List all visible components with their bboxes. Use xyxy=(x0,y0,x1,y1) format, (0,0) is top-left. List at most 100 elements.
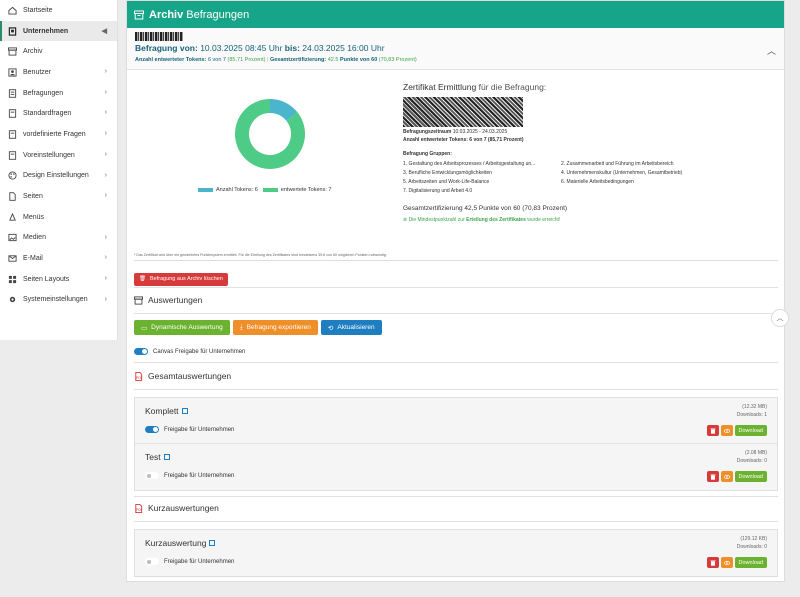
sidebar-item-design-einstellungen[interactable]: Design Einstellungen › xyxy=(0,166,117,187)
file-meta: (2.08 MB) Downloads: 0 xyxy=(737,450,767,465)
delete-archive-label: Befragung aus Archiv löschen xyxy=(149,276,223,282)
view-file-button[interactable] xyxy=(720,471,733,482)
dynamic-evaluation-button[interactable]: ▭ Dynamische Auswertung xyxy=(134,320,230,335)
legend-swatch xyxy=(198,187,213,192)
sidebar-item-medien[interactable]: Medien › xyxy=(0,228,117,249)
download-button[interactable]: Download xyxy=(734,557,767,568)
sidebar-item-voreinstellungen[interactable]: Voreinstellungen › xyxy=(0,145,117,166)
file-meta: (129.12 KB) Downloads: 0 xyxy=(737,536,767,551)
delete-file-button[interactable] xyxy=(706,557,719,568)
export-survey-button[interactable]: ⤓ Befragung exportieren xyxy=(232,320,318,335)
sidebar-item-label: Medien xyxy=(23,234,46,242)
cert-points-label: Punkte von 60 xyxy=(339,57,378,63)
kurz-section: PDF Kurzauswertungen xyxy=(134,503,219,513)
survey-from: 10.03.2025 08:45 Uhr xyxy=(200,43,283,53)
folder-icon xyxy=(8,150,17,160)
file-share-toggle[interactable] xyxy=(145,558,159,565)
legend-label: entwertete Tokens: 7 xyxy=(280,187,332,193)
file-name-row: Kurzauswertung xyxy=(145,538,767,548)
sidebar-item-startseite[interactable]: Startseite xyxy=(0,0,117,21)
sidebar-item-archiv[interactable]: Archiv xyxy=(0,41,117,62)
sidebar-item-vordefinierte-fragen[interactable]: vordefinierte Fragen › xyxy=(0,124,117,145)
chevron-icon: › xyxy=(104,192,107,200)
edit-icon[interactable] xyxy=(181,408,188,414)
building-icon xyxy=(8,26,17,36)
divider xyxy=(134,287,778,288)
delete-file-button[interactable] xyxy=(706,425,719,436)
sidebar-item-befragungen[interactable]: Befragungen › xyxy=(0,83,117,104)
palette-icon xyxy=(8,171,17,180)
chart-legend: Anzahl Tokens: 6 entwertete Tokens: 7 xyxy=(198,187,331,193)
file-name: Kurzauswertung xyxy=(145,538,207,548)
file-share-toggle[interactable] xyxy=(145,472,159,479)
sidebar-item-seiten-layouts[interactable]: Seiten Layouts › xyxy=(0,269,117,290)
certificate-tokens: Anzahl entwerteter Tokens: 6 von 7 (85,7… xyxy=(403,137,773,143)
file-share-label: Freigabe für Unternehmen xyxy=(164,426,235,433)
refresh-button[interactable]: ⟲ Aktualisieren xyxy=(320,320,382,335)
sidebar-item-systemeinstellungen[interactable]: Systemeinstellungen › xyxy=(0,290,117,311)
gesamt-file-list: Komplett Freigabe für Unternehmen (12.32… xyxy=(134,397,778,491)
period-label: Befragungszeitraum xyxy=(403,129,452,135)
page-header: Archiv Befragungen xyxy=(127,1,784,28)
trash-icon: 🗑 xyxy=(139,276,146,282)
survey-meta: Anzahl entwerteter Tokens: 6 von 7 (85,7… xyxy=(135,57,417,63)
sidebar-item-e-mail[interactable]: E-Mail › xyxy=(0,248,117,269)
sidebar-item-label: Voreinstellungen xyxy=(23,151,75,159)
groups-label-text: Befragung Gruppen: xyxy=(403,151,452,157)
certificate-footnote: * Das Zertifikat wird über ein gewichtet… xyxy=(134,253,387,257)
sidebar-item-label: vordefinierte Fragen xyxy=(23,130,86,138)
survey-summary[interactable]: Befragung von: 10.03.2025 08:45 Uhr bis:… xyxy=(127,28,784,70)
view-file-button[interactable] xyxy=(720,557,733,568)
auswertungen-title: Auswertungen xyxy=(148,295,203,305)
sidebar-item-label: Seiten xyxy=(23,193,43,201)
archive-icon xyxy=(134,10,144,19)
gear-icon xyxy=(8,295,17,304)
redacted-company xyxy=(403,97,523,127)
sidebar-item-label: Menüs xyxy=(23,213,45,221)
page-icon xyxy=(8,192,17,201)
delete-file-button[interactable] xyxy=(706,471,719,482)
cert-label: Gesamtzertifizierung: xyxy=(269,57,327,63)
file-downloads: Downloads: 0 xyxy=(736,543,767,550)
auswertungen-actions: ▭ Dynamische Auswertung ⤓ Befragung export… xyxy=(134,320,382,335)
download-button[interactable]: Download xyxy=(734,471,767,482)
group-item: 7. Digitalisierung und Arbeit 4.0 xyxy=(403,188,473,194)
legend-label: Anzahl Tokens: 6 xyxy=(216,187,258,193)
file-share-toggle[interactable] xyxy=(145,426,159,433)
file-downloads: Downloads: 0 xyxy=(736,457,767,464)
dynamic-evaluation-label: Dynamische Auswertung xyxy=(151,324,223,331)
group-item: 2. Zusammenarbeit und Führung im Arbeits… xyxy=(561,161,674,167)
divider xyxy=(134,496,778,497)
legend-swatch xyxy=(262,187,278,192)
chevron-up-icon[interactable]: ︿ xyxy=(767,44,776,57)
page-title: Befragungen xyxy=(186,8,250,21)
chevron-icon: › xyxy=(104,274,107,282)
delete-archive-button[interactable]: 🗑 Befragung aus Archiv löschen xyxy=(134,272,228,286)
archive-icon xyxy=(8,47,17,56)
scroll-top-button[interactable]: ︿ xyxy=(771,309,789,327)
certificate-period: Befragungszeitraum 10.03.2025 - 24.03.20… xyxy=(403,129,773,135)
sidebar-item-unternehmen[interactable]: Unternehmen ◀ xyxy=(0,20,117,42)
file-size: (12.32 MB) xyxy=(742,404,767,410)
sidebar-item-standardfragen[interactable]: Standardfragen › xyxy=(0,103,117,124)
gesamt-title: Gesamtauswertungen xyxy=(148,371,232,381)
sidebar-item-menüs[interactable]: Menüs xyxy=(0,207,117,228)
home-icon xyxy=(8,6,17,15)
file-name: Komplett xyxy=(145,406,179,416)
edit-icon[interactable] xyxy=(163,454,170,460)
edit-icon[interactable] xyxy=(209,540,216,546)
view-file-button[interactable] xyxy=(720,425,733,436)
sidebar-item-benutzer[interactable]: Benutzer › xyxy=(0,62,117,83)
download-button[interactable]: Download xyxy=(734,425,767,436)
eye-icon xyxy=(723,560,730,565)
divider xyxy=(134,362,778,363)
svg-text:PDF: PDF xyxy=(136,376,142,380)
divider xyxy=(134,313,778,314)
cert-value: 42.5 xyxy=(327,57,339,63)
sidebar-item-label: Unternehmen xyxy=(23,27,69,35)
donut-slice-anzahl-tokens xyxy=(269,99,298,122)
chevron-icon: › xyxy=(104,171,107,179)
canvas-share-toggle[interactable] xyxy=(134,348,148,355)
sidebar-item-seiten[interactable]: Seiten › xyxy=(0,186,117,207)
survey-to: 24.03.2025 16:00 Uhr xyxy=(302,43,385,53)
